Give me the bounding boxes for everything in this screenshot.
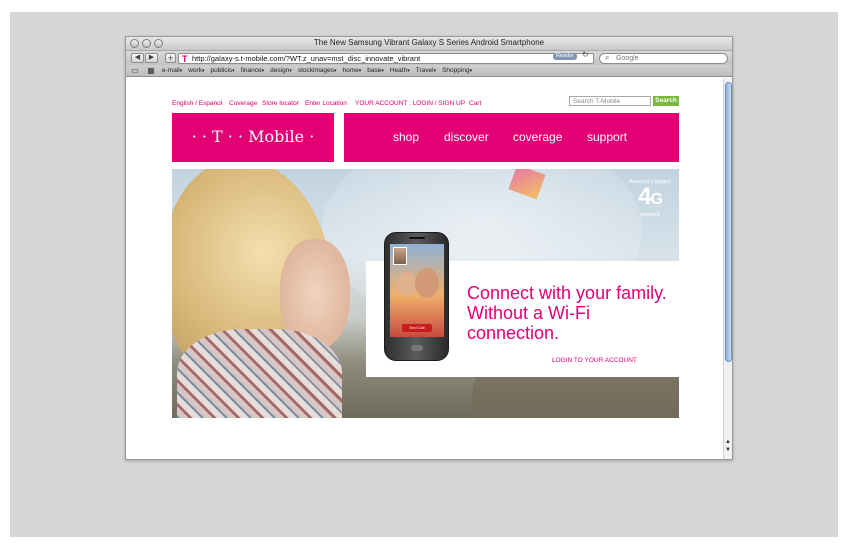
- language-link[interactable]: English / Espanol: [172, 100, 222, 107]
- account-login-link[interactable]: YOUR ACCOUNT : LOGIN / SIGN UP: [355, 100, 465, 107]
- 4g-network-badge: America's largest 4G network: [625, 179, 675, 218]
- video-call-face: [397, 272, 417, 296]
- web-page: English / Espanol Coverage Store locator…: [126, 78, 723, 459]
- browser-window: The New Samsung Vibrant Galaxy S Series …: [125, 36, 733, 460]
- video-call-face: [415, 268, 439, 298]
- logo-panel[interactable]: · · T · · Mobile ·: [172, 113, 334, 162]
- site-search-button[interactable]: Search: [653, 96, 679, 106]
- browser-search-field[interactable]: ⌕ Google: [599, 53, 728, 64]
- vertical-scrollbar[interactable]: ▲ ▼: [723, 78, 732, 459]
- grid-icon[interactable]: ▦: [146, 66, 156, 75]
- window-title: The New Samsung Vibrant Galaxy S Series …: [313, 38, 545, 47]
- nav-support[interactable]: support: [587, 130, 627, 144]
- main-nav: shop discover coverage support: [344, 113, 679, 162]
- bookmark-publicis[interactable]: publicis▾: [210, 67, 234, 74]
- bookmark-work[interactable]: work▾: [188, 67, 204, 74]
- reader-button[interactable]: Reader: [553, 53, 577, 60]
- video-call-thumbnail: [393, 247, 407, 265]
- browser-search-placeholder: Google: [616, 55, 639, 62]
- tmobile-favicon-icon: T: [182, 54, 188, 64]
- nav-coverage[interactable]: coverage: [513, 130, 562, 144]
- badge-4g: 4G: [638, 183, 663, 210]
- search-icon: ⌕: [605, 53, 610, 62]
- bookmark-base[interactable]: base▾: [367, 67, 384, 74]
- enter-location-link[interactable]: Enter Location: [305, 100, 347, 107]
- phone-home-button: [411, 345, 423, 351]
- forward-button[interactable]: ▶: [145, 53, 158, 63]
- cart-link[interactable]: Cart: [469, 100, 481, 107]
- book-icon[interactable]: ▭: [130, 66, 140, 75]
- badge-bottom-text: network: [640, 212, 660, 218]
- address-bar[interactable]: T http://galaxy-s.t-mobile.com/?WT.z_una…: [178, 53, 594, 64]
- coverage-link[interactable]: Coverage: [229, 100, 257, 107]
- bookmark-travel[interactable]: Travel▾: [416, 67, 436, 74]
- reload-icon[interactable]: ↻: [582, 50, 589, 59]
- bookmark-email[interactable]: e-mail▾: [162, 67, 182, 74]
- phone-image: End Call: [384, 232, 449, 361]
- site-search-input[interactable]: Search T-Mobile: [569, 96, 651, 106]
- add-bookmark-button[interactable]: +: [165, 53, 176, 63]
- login-to-account-link[interactable]: LOGIN TO YOUR ACCOUNT: [552, 357, 637, 364]
- bookmark-shopping[interactable]: Shopping▾: [442, 67, 472, 74]
- bookmark-home[interactable]: home▾: [342, 67, 361, 74]
- scroll-down-arrow-icon[interactable]: ▼: [725, 447, 731, 453]
- hero-banner[interactable]: America's largest 4G network Connect wit…: [172, 169, 679, 418]
- store-locator-link[interactable]: Store locator: [262, 100, 299, 107]
- bookmark-design[interactable]: design▾: [270, 67, 292, 74]
- phone-screen: End Call: [390, 244, 444, 337]
- url-text[interactable]: http://galaxy-s.t-mobile.com/?WT.z_unav=…: [192, 55, 420, 63]
- promo-headline: Connect with your family. Without a Wi-F…: [467, 283, 667, 343]
- scroll-up-arrow-icon[interactable]: ▲: [725, 439, 731, 445]
- nav-discover[interactable]: discover: [444, 130, 489, 144]
- girl-shirt: [177, 329, 342, 418]
- scrollbar-thumb[interactable]: [725, 82, 732, 362]
- phone-speaker: [409, 237, 425, 239]
- back-button[interactable]: ◀: [131, 53, 144, 63]
- bookmark-stockimages[interactable]: stockimages▾: [298, 67, 337, 74]
- bookmarks-bar: ▭ ▦ e-mail▾ work▾ publicis▾ finance▾ des…: [126, 65, 732, 77]
- nav-shop[interactable]: shop: [393, 130, 419, 144]
- browser-toolbar: ◀ ▶ + T http://galaxy-s.t-mobile.com/?WT…: [126, 50, 732, 65]
- bookmark-finance[interactable]: finance▾: [241, 67, 264, 74]
- title-bar: The New Samsung Vibrant Galaxy S Series …: [126, 37, 732, 51]
- tmobile-logo[interactable]: · · T · · Mobile ·: [172, 127, 334, 146]
- bookmark-heath[interactable]: Heath▾: [390, 67, 410, 74]
- end-call-button: End Call: [402, 324, 432, 332]
